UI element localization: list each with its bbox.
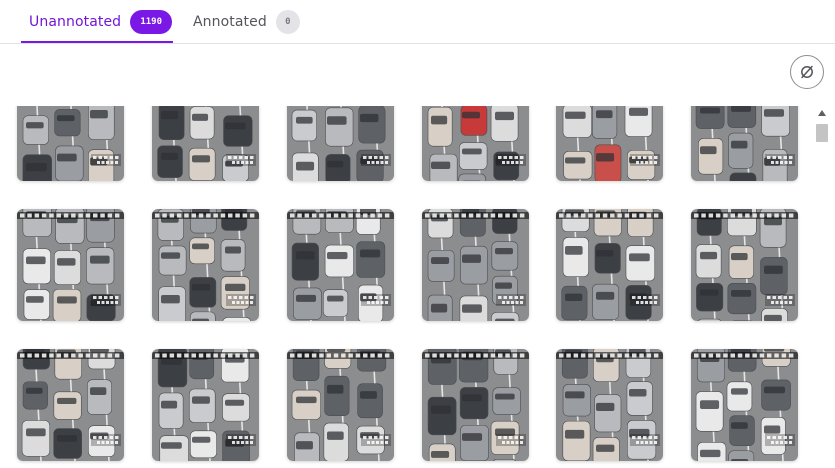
image-thumbnail[interactable] — [17, 106, 124, 181]
image-thumbnail[interactable] — [152, 349, 259, 461]
unannotated-count-badge: 1190 — [130, 10, 173, 34]
image-thumbnail[interactable] — [691, 209, 798, 321]
tab-bar: Unannotated 1190 Annotated 0 — [0, 0, 835, 44]
eye-off-icon — [801, 65, 813, 79]
tab-unannotated[interactable]: Unannotated 1190 — [21, 0, 173, 44]
image-thumbnail[interactable] — [422, 349, 529, 461]
image-thumbnail[interactable] — [556, 209, 663, 321]
image-thumbnail[interactable] — [287, 106, 394, 181]
image-thumbnail[interactable] — [422, 106, 529, 181]
active-tab-indicator — [21, 41, 173, 43]
image-thumbnail[interactable] — [152, 209, 259, 321]
image-thumbnail[interactable] — [556, 349, 663, 461]
image-thumbnail[interactable] — [17, 349, 124, 461]
tab-annotated[interactable]: Annotated 0 — [185, 0, 300, 44]
image-thumbnail[interactable] — [556, 106, 663, 181]
image-thumbnail[interactable] — [287, 209, 394, 321]
tab-unannotated-label: Unannotated — [29, 14, 122, 30]
image-thumbnail[interactable] — [152, 106, 259, 181]
tab-annotated-label: Annotated — [193, 14, 267, 30]
scroll-thumb[interactable] — [816, 124, 828, 142]
grid-scrollbar[interactable] — [815, 106, 830, 468]
annotated-count-badge: 0 — [275, 10, 300, 34]
image-thumbnail[interactable] — [17, 209, 124, 321]
image-thumbnail[interactable] — [287, 349, 394, 461]
image-thumbnail[interactable] — [691, 106, 798, 181]
image-thumbnail[interactable] — [691, 349, 798, 461]
image-grid — [0, 106, 812, 468]
toggle-visibility-button[interactable] — [790, 55, 824, 89]
image-thumbnail[interactable] — [422, 209, 529, 321]
scroll-up-arrow-icon[interactable] — [818, 110, 826, 116]
